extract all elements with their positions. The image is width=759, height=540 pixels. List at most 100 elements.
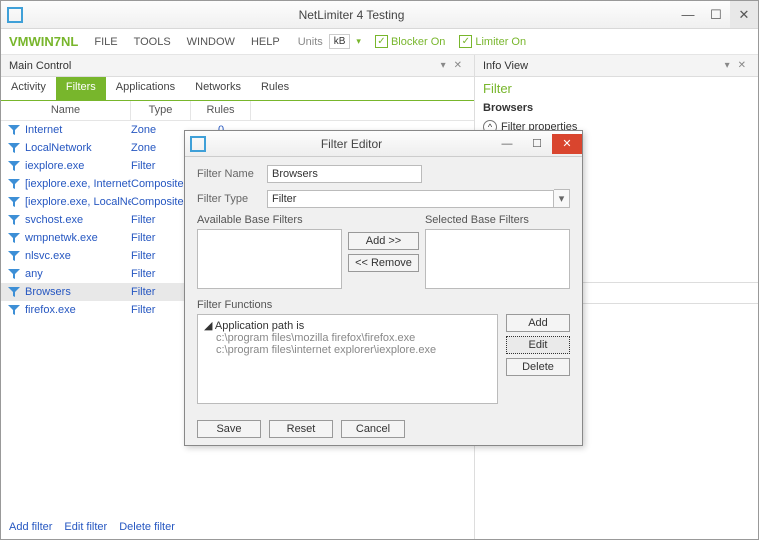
row-type: Zone <box>131 124 191 136</box>
tab-bar: ActivityFiltersApplicationsNetworksRules <box>1 77 474 101</box>
add-base-filter-button[interactable]: Add >> <box>348 232 419 250</box>
col-rules[interactable]: Rules <box>191 101 251 120</box>
row-type: Filter <box>131 268 191 280</box>
units-label: Units <box>298 36 323 48</box>
filter-type-label: Filter Type <box>197 193 267 205</box>
row-name: nlsvc.exe <box>25 250 131 262</box>
main-panel-title: Main Control <box>9 60 71 72</box>
tab-filters[interactable]: Filters <box>56 77 106 100</box>
funnel-icon <box>7 178 21 190</box>
info-title: Filter <box>475 77 758 100</box>
pin-icon[interactable]: ▾ <box>441 60 446 71</box>
col-type[interactable]: Type <box>131 101 191 120</box>
menu-file[interactable]: FILE <box>88 36 123 48</box>
panel-close-icon[interactable]: ✕ <box>454 60 462 71</box>
filter-name-input[interactable] <box>267 165 422 183</box>
delete-function-button[interactable]: Delete <box>506 358 570 376</box>
row-name: LocalNetwork <box>25 142 131 154</box>
row-type: Filter <box>131 214 191 226</box>
funnel-icon <box>7 124 21 136</box>
edit-filter-link[interactable]: Edit filter <box>64 521 107 533</box>
menubar: VMWIN7NL FILE TOOLS WINDOW HELP Units kB… <box>1 29 758 55</box>
filter-functions-label: Filter Functions <box>197 299 570 311</box>
funnel-icon <box>7 250 21 262</box>
add-filter-link[interactable]: Add filter <box>9 521 52 533</box>
check-icon: ✓ <box>375 35 388 48</box>
available-filters-list[interactable] <box>197 229 342 289</box>
dialog-maximize-button[interactable]: ☐ <box>522 134 552 154</box>
row-name: Browsers <box>25 286 131 298</box>
row-type: Filter <box>131 232 191 244</box>
blocker-toggle[interactable]: ✓Blocker On <box>375 35 445 48</box>
host-label[interactable]: VMWIN7NL <box>9 34 78 49</box>
filter-editor-dialog: Filter Editor — ☐ ✕ Filter Name Filter T… <box>184 130 583 446</box>
main-panel-header: Main Control ▾ ✕ <box>1 55 474 77</box>
row-type: Filter <box>131 286 191 298</box>
row-name: [iexplore.exe, LocalNet <box>25 196 131 208</box>
row-type: Filter <box>131 304 191 316</box>
filter-functions-list[interactable]: ◢ Application path is c:\program files\m… <box>197 314 498 404</box>
tab-networks[interactable]: Networks <box>185 77 251 100</box>
minimize-button[interactable]: — <box>674 1 702 28</box>
limiter-label: Limiter On <box>475 36 526 48</box>
filter-type-select[interactable]: Filter <box>267 190 554 208</box>
menu-help[interactable]: HELP <box>245 36 286 48</box>
row-type: Filter <box>131 250 191 262</box>
chevron-down-icon: ▾ <box>356 36 361 47</box>
units-select[interactable]: kB <box>329 34 351 49</box>
tab-activity[interactable]: Activity <box>1 77 56 100</box>
row-name: svchost.exe <box>25 214 131 226</box>
funnel-icon <box>7 232 21 244</box>
funnel-icon <box>7 286 21 298</box>
remove-base-filter-button[interactable]: << Remove <box>348 254 419 272</box>
collapse-icon[interactable]: ◢ <box>204 320 212 332</box>
tab-rules[interactable]: Rules <box>251 77 299 100</box>
row-name: any <box>25 268 131 280</box>
maximize-button[interactable]: ☐ <box>702 1 730 28</box>
selected-filters-list[interactable] <box>425 229 570 289</box>
dialog-close-button[interactable]: ✕ <box>552 134 582 154</box>
selected-filters-label: Selected Base Filters <box>425 214 570 226</box>
limiter-toggle[interactable]: ✓Limiter On <box>459 35 526 48</box>
row-type: Zone <box>131 142 191 154</box>
check-icon: ✓ <box>459 35 472 48</box>
tab-applications[interactable]: Applications <box>106 77 185 100</box>
row-type: Composite <box>131 196 191 208</box>
menu-window[interactable]: WINDOW <box>181 36 241 48</box>
funnel-icon <box>7 214 21 226</box>
dialog-title: Filter Editor <box>211 137 492 151</box>
cancel-button[interactable]: Cancel <box>341 420 405 438</box>
reset-button[interactable]: Reset <box>269 420 333 438</box>
pin-icon[interactable]: ▾ <box>725 60 730 71</box>
function-header: Application path is <box>215 320 304 332</box>
row-name: firefox.exe <box>25 304 131 316</box>
save-button[interactable]: Save <box>197 420 261 438</box>
funnel-icon <box>7 160 21 172</box>
funnel-icon <box>7 268 21 280</box>
row-name: Internet <box>25 124 131 136</box>
funnel-icon <box>7 142 21 154</box>
row-type: Composite <box>131 178 191 190</box>
info-panel-header: Info View ▾ ✕ <box>475 55 758 77</box>
info-panel-title: Info View <box>483 60 528 72</box>
info-filter-name: Browsers <box>475 100 758 116</box>
dialog-minimize-button[interactable]: — <box>492 134 522 154</box>
filter-name-label: Filter Name <box>197 168 267 180</box>
col-name[interactable]: Name <box>1 101 131 120</box>
add-function-button[interactable]: Add <box>506 314 570 332</box>
app-icon <box>190 136 206 152</box>
function-path: c:\program files\internet explorer\iexpl… <box>216 344 491 356</box>
funnel-icon <box>7 196 21 208</box>
close-button[interactable]: ✕ <box>730 1 758 28</box>
delete-filter-link[interactable]: Delete filter <box>119 521 175 533</box>
available-filters-label: Available Base Filters <box>197 214 342 226</box>
blocker-label: Blocker On <box>391 36 445 48</box>
window-title: NetLimiter 4 Testing <box>29 8 674 22</box>
panel-close-icon[interactable]: ✕ <box>738 60 746 71</box>
chevron-down-icon[interactable]: ▾ <box>554 189 570 208</box>
menu-tools[interactable]: TOOLS <box>128 36 177 48</box>
main-titlebar: NetLimiter 4 Testing — ☐ ✕ <box>1 1 758 29</box>
row-type: Filter <box>131 160 191 172</box>
row-name: [iexplore.exe, Internet] <box>25 178 131 190</box>
edit-function-button[interactable]: Edit <box>506 336 570 354</box>
